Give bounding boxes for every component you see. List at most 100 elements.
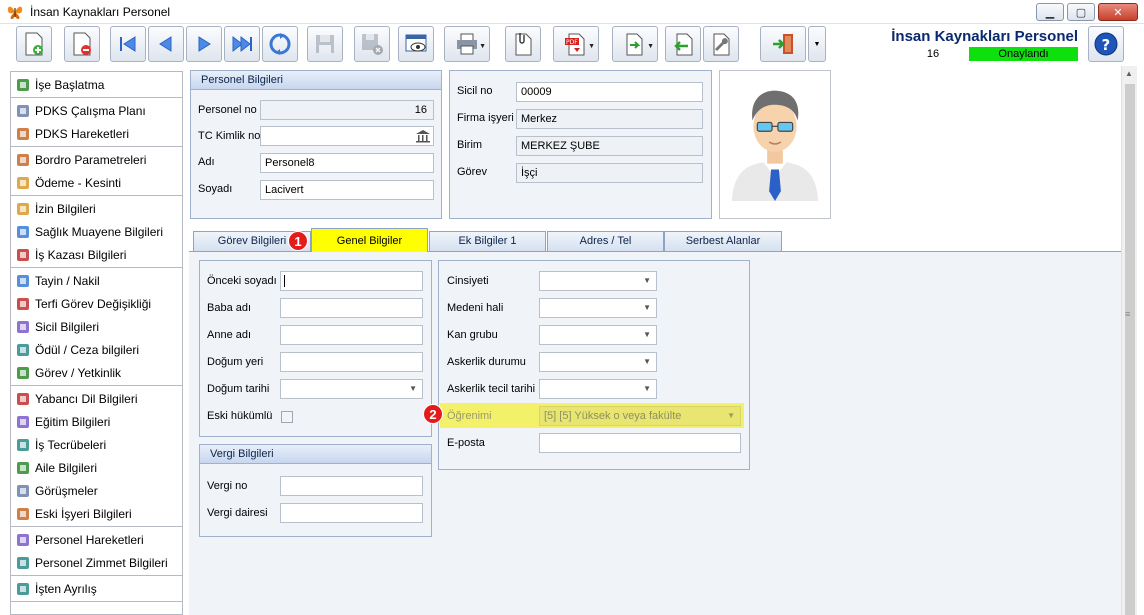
sidebar-item[interactable]: Ödül / Ceza bilgileri — [11, 338, 182, 361]
first-record-button[interactable] — [110, 26, 146, 62]
certificate-icon — [17, 320, 29, 333]
birim-field[interactable]: MERKEZ ŞUBE — [516, 136, 703, 156]
dogum-yeri-label: Doğum yeri — [207, 356, 264, 368]
tc-kimlik-label: TC Kimlik no — [198, 130, 261, 142]
medeni-hali-dropdown[interactable]: ▼ — [539, 298, 657, 318]
soyadi-label: Soyadı — [198, 183, 233, 195]
tab-serbest-alanlar[interactable]: Serbest Alanlar — [664, 231, 782, 251]
import-document-icon — [674, 33, 693, 56]
dogum-tarihi-label: Doğum tarihi — [207, 383, 270, 395]
sidebar-item[interactable]: Personel Zimmet Bilgileri — [11, 551, 182, 574]
tab-ek-bilgiler-1[interactable]: Ek Bilgiler 1 — [429, 231, 546, 251]
last-record-button[interactable] — [224, 26, 260, 62]
vergi-dairesi-field[interactable] — [280, 503, 423, 523]
previous-record-button[interactable] — [148, 26, 184, 62]
help-button[interactable]: ? — [1088, 26, 1124, 62]
sidebar-item-label: İşten Ayrılış — [35, 581, 97, 596]
kan-grubu-label: Kan grubu — [447, 329, 498, 341]
injured-person-icon — [17, 248, 29, 261]
sidebar-item[interactable]: Aile Bilgileri — [11, 456, 182, 479]
print-button[interactable]: ▼ — [444, 26, 490, 62]
exit-door-icon — [773, 34, 793, 54]
sidebar-item[interactable]: Yabancı Dil Bilgileri — [11, 387, 182, 410]
sicil-no-label: Sicil no — [457, 85, 493, 97]
new-record-button[interactable] — [16, 26, 52, 62]
sidebar-item[interactable]: Terfi Görev Değişikliği — [11, 292, 182, 315]
sidebar-item[interactable]: Eğitim Bilgileri — [11, 410, 182, 433]
eski-hukumlu-checkbox[interactable] — [281, 411, 293, 423]
save-cancel-icon — [362, 34, 383, 55]
sidebar-item[interactable]: PDKS Çalışma Planı — [11, 99, 182, 122]
sidebar-item[interactable]: İş Kazası Bilgileri — [11, 243, 182, 266]
adi-field[interactable]: Personel8 — [260, 153, 434, 173]
sidebar-item[interactable]: Tayin / Nakil — [11, 269, 182, 292]
settings-button[interactable] — [703, 26, 739, 62]
refresh-button[interactable] — [262, 26, 298, 62]
import-button[interactable] — [665, 26, 701, 62]
save-cancel-button[interactable] — [354, 26, 390, 62]
sidebar: İşe Başlatma PDKS Çalışma Planı PDKS Harek… — [10, 71, 183, 615]
minimize-button[interactable]: ▁ — [1036, 3, 1064, 21]
sidebar-item[interactable]: Görev / Yetkinlik — [11, 361, 182, 384]
sidebar-item[interactable]: Sicil Bilgileri — [11, 315, 182, 338]
sidebar-item[interactable]: Eski İşyeri Bilgileri — [11, 502, 182, 525]
firma-isyeri-field[interactable]: Merkez — [516, 109, 703, 129]
personel-no-field[interactable]: 16 — [260, 100, 434, 120]
sidebar-item-label: Terfi Görev Değişikliği — [35, 296, 152, 311]
attachment-button[interactable] — [505, 26, 541, 62]
askerlik-durumu-dropdown[interactable]: ▼ — [539, 352, 657, 372]
vergi-no-field[interactable] — [280, 476, 423, 496]
anne-adi-field[interactable] — [280, 325, 423, 345]
tc-kimlik-field[interactable] — [260, 126, 434, 146]
scroll-thumb[interactable] — [1125, 84, 1135, 615]
chevron-down-icon: ▼ — [643, 303, 651, 312]
exit-options-dropdown[interactable]: ▼ — [808, 26, 826, 62]
chevron-down-icon: ▼ — [479, 43, 486, 50]
gorev-field[interactable]: İşçi — [516, 163, 703, 183]
sidebar-item[interactable]: Sağlık Muayene Bilgileri — [11, 220, 182, 243]
translation-icon — [17, 392, 29, 405]
maximize-button[interactable]: ▢ — [1067, 3, 1095, 21]
sidebar-item[interactable]: Ödeme - Kesinti — [11, 171, 182, 194]
dogum-tarihi-dropdown[interactable]: ▼ — [280, 379, 423, 399]
export-button[interactable]: ▼ — [612, 26, 658, 62]
sicil-no-field[interactable]: 00009 — [516, 82, 703, 102]
bank-icon[interactable] — [415, 128, 431, 144]
briefcase-icon — [17, 438, 29, 451]
sidebar-item[interactable]: İşe Başlatma — [11, 73, 182, 96]
tab-adres-tel[interactable]: Adres / Tel — [547, 231, 664, 251]
askerlik-tecil-dropdown[interactable]: ▼ — [539, 379, 657, 399]
eposta-field[interactable] — [539, 433, 741, 453]
kan-grubu-dropdown[interactable]: ▼ — [539, 325, 657, 345]
exit-button[interactable] — [760, 26, 806, 62]
sidebar-item[interactable]: İşten Ayrılış — [11, 577, 182, 600]
sidebar-item[interactable]: İzin Bilgileri — [11, 197, 182, 220]
preview-button[interactable] — [398, 26, 434, 62]
dogum-yeri-field[interactable] — [280, 352, 423, 372]
sidebar-item-label: Ödeme - Kesinti — [35, 175, 122, 190]
ogrenimi-dropdown[interactable]: [5] [5] Yüksek o veya fakülte ▼ — [539, 406, 741, 426]
vertical-scrollbar[interactable]: ▲ ≡ — [1121, 66, 1137, 615]
module-title: İnsan Kaynakları Personel — [891, 28, 1078, 45]
sidebar-item[interactable]: Bordro Parametreleri — [11, 148, 182, 171]
delete-record-button[interactable] — [64, 26, 100, 62]
onceki-soyadi-field[interactable] — [280, 271, 423, 291]
next-record-button[interactable] — [186, 26, 222, 62]
pdf-button[interactable]: PDF ▼ — [553, 26, 599, 62]
employee-photo[interactable] — [719, 70, 831, 219]
close-button[interactable]: ✕ — [1098, 3, 1138, 21]
save-button[interactable] — [307, 26, 343, 62]
sidebar-item[interactable]: PDKS Hareketleri — [11, 122, 182, 145]
delete-document-icon — [73, 32, 91, 56]
baba-adi-field[interactable] — [280, 298, 423, 318]
chevron-down-icon: ▼ — [588, 43, 595, 50]
sidebar-item[interactable]: Görüşmeler — [11, 479, 182, 502]
tab-genel-bilgiler[interactable]: Genel Bilgiler — [311, 228, 428, 252]
soyadi-field[interactable]: Lacivert — [260, 180, 434, 200]
export-document-icon — [626, 33, 643, 56]
sidebar-item[interactable]: Personel Hareketleri — [11, 528, 182, 551]
cinsiyeti-dropdown[interactable]: ▼ — [539, 271, 657, 291]
sidebar-item[interactable]: İş Tecrübeleri — [11, 433, 182, 456]
scroll-up-icon[interactable]: ▲ — [1125, 69, 1133, 78]
askerlik-tecil-label: Askerlik tecil tarihi — [447, 383, 536, 395]
